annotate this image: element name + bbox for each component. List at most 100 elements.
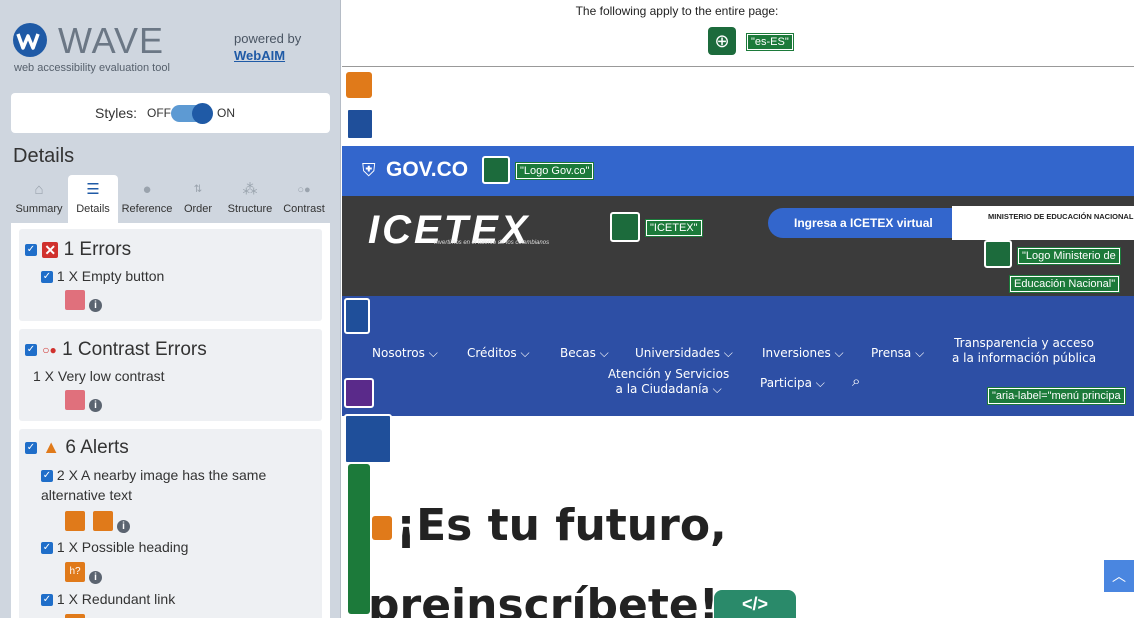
language-globe-icon[interactable]: ⊕ <box>708 27 736 55</box>
tab-label: Reference <box>121 203 173 215</box>
item-checkbox[interactable]: ✓ <box>41 271 53 284</box>
item-checkbox[interactable]: ✓ <box>41 594 53 607</box>
tab-structure[interactable]: ⁂ Structure <box>222 175 278 223</box>
gov-logo[interactable]: GOV.CO <box>386 158 468 182</box>
structure-icon: ⁂ <box>242 181 258 198</box>
scroll-to-top-button[interactable]: ︿ <box>1104 560 1134 592</box>
info-icon[interactable]: i <box>89 299 102 312</box>
icetex-label: "ICETEX" <box>645 219 703 237</box>
alerts-checkbox[interactable]: ✓ <box>25 441 37 454</box>
gov-logo-label: "Logo Gov.co" <box>514 162 595 180</box>
hero-subtitle: preinscríbete! <box>368 580 719 618</box>
tab-label: Contrast <box>283 203 325 215</box>
wave-alt-icon[interactable] <box>482 156 510 184</box>
wave-sidebar: WAVE web accessibility evaluation tool p… <box>0 0 341 618</box>
search-icon[interactable]: ⌕ <box>852 372 860 390</box>
nearby-image-icon[interactable] <box>93 511 113 531</box>
nav-transparencia-line1: Transparencia y acceso <box>954 336 1094 350</box>
contrast-item[interactable]: 1 X Very low contrast <box>33 368 165 384</box>
wave-header: WAVE web accessibility evaluation tool p… <box>0 0 341 80</box>
wave-alt-text-strip[interactable] <box>348 464 370 614</box>
low-contrast-icon[interactable] <box>65 390 85 410</box>
item-checkbox[interactable]: ✓ <box>41 542 53 555</box>
styles-toggle-box: Styles: OFF ON <box>11 93 330 133</box>
tab-summary[interactable]: ⌂ Summary <box>11 175 67 223</box>
wave-structure-icon[interactable] <box>344 414 392 464</box>
tab-label: Structure <box>227 203 273 215</box>
nav-nosotros[interactable]: Nosotros ⌵ <box>372 346 438 361</box>
evaluated-page: The following apply to the entire page: … <box>342 0 1134 618</box>
nav-atencion-line1: Atención y Servicios <box>608 367 730 381</box>
alert-item-heading: ✓ 1 X Possible heading <box>41 539 188 555</box>
info-icon[interactable]: i <box>117 520 130 533</box>
alert-item-same-alt: ✓ 2 X A nearby image has the same altern… <box>41 465 311 505</box>
nav-atencion-line2: a la Ciudadanía ⌵ <box>615 382 722 396</box>
details-heading: Details <box>13 145 75 167</box>
order-icon: ⇅ <box>193 184 203 195</box>
error-item: ✓ 1 X Empty button <box>41 268 164 284</box>
info-icon[interactable]: i <box>89 571 102 584</box>
alert-item-label[interactable]: 2 X A nearby image has the same alternat… <box>41 467 266 503</box>
gov-shield-icon: ⛨ <box>362 160 376 180</box>
info-icon: ● <box>142 181 152 198</box>
wave-alert-icon[interactable] <box>346 72 372 98</box>
info-icon[interactable]: i <box>89 399 102 412</box>
alert-icon: ▲ <box>42 437 61 458</box>
errors-title: 1 Errors <box>63 239 132 260</box>
tab-details[interactable]: ☰ Details <box>68 175 118 223</box>
tab-label: Details <box>76 203 110 215</box>
nav-creditos[interactable]: Créditos ⌵ <box>467 346 530 361</box>
nav-participa[interactable]: Participa ⌵ <box>760 376 825 391</box>
tab-reference[interactable]: ● Reference <box>118 175 176 223</box>
empty-button-icon[interactable] <box>65 290 85 310</box>
nearby-image-icon[interactable] <box>65 511 85 531</box>
redundant-link-icon[interactable] <box>65 614 85 618</box>
contrast-card: ✓ ○● 1 Contrast Errors 1 X Very low cont… <box>19 329 322 421</box>
details-panel: ✓ ✕ 1 Errors ✓ 1 X Empty button i ✓ ○● 1… <box>11 223 330 618</box>
alert-item-redundant: ✓ 1 X Redundant link <box>41 591 175 607</box>
contrast-heading: ✓ ○● 1 Contrast Errors <box>25 339 207 361</box>
item-checkbox[interactable]: ✓ <box>41 470 53 483</box>
nav-inversiones[interactable]: Inversiones ⌵ <box>762 346 844 361</box>
wave-list-icon[interactable] <box>344 298 370 334</box>
possible-heading-icon[interactable]: h? <box>65 562 85 582</box>
styles-toggle[interactable] <box>171 103 213 124</box>
tab-order[interactable]: ⇅ Order <box>177 175 219 223</box>
wave-brand: WAVE <box>58 20 165 61</box>
ministerio-label-2: Educación Nacional" <box>1008 275 1121 293</box>
nav-universidades[interactable]: Universidades ⌵ <box>635 346 733 361</box>
nav-transparencia[interactable]: Transparencia y acceso a la información … <box>952 336 1096 366</box>
ministerio-logo[interactable]: MINISTERIO DE EDUCACIÓN NACIONAL <box>952 206 1134 240</box>
alerts-title: 6 Alerts <box>65 437 129 458</box>
errors-checkbox[interactable]: ✓ <box>25 243 37 256</box>
nav-prensa[interactable]: Prensa ⌵ <box>871 346 924 361</box>
toggle-knob[interactable] <box>192 103 213 124</box>
styles-on-label: ON <box>217 106 235 120</box>
error-item-label[interactable]: 1 X Empty button <box>57 268 164 284</box>
tab-contrast[interactable]: ○● Contrast <box>279 175 329 223</box>
webaim-link[interactable]: WebAIM <box>234 48 285 63</box>
wave-subtitle: web accessibility evaluation tool <box>14 62 170 74</box>
aria-label-tag: "aria-label="menú principa <box>987 387 1126 405</box>
code-icon[interactable]: </> <box>714 590 796 618</box>
nav-transparencia-line2: a la información pública <box>952 351 1097 365</box>
alert-item-label[interactable]: 1 X Redundant link <box>57 591 175 607</box>
alerts-card: ✓ ▲ 6 Alerts ✓ 2 X A nearby image has th… <box>19 429 322 618</box>
divider <box>342 66 1134 67</box>
wave-logo-icon <box>13 23 47 57</box>
contrast-checkbox[interactable]: ✓ <box>25 343 37 356</box>
wave-aria-icon[interactable] <box>344 378 374 408</box>
lang-label: "es-ES" <box>746 33 794 51</box>
wave-alt-icon[interactable] <box>610 212 640 242</box>
wave-structure-icon[interactable] <box>346 108 374 140</box>
home-icon: ⌂ <box>34 181 44 198</box>
alert-item-label[interactable]: 1 X Possible heading <box>57 539 189 555</box>
hero-title: ¡Es tu futuro, <box>396 500 727 551</box>
wave-alt-icon[interactable] <box>984 240 1012 268</box>
error-icon: ✕ <box>42 241 59 258</box>
nav-becas[interactable]: Becas ⌵ <box>560 346 609 361</box>
wave-heading-alert-icon[interactable] <box>372 516 392 540</box>
icetex-tagline: Invertimos en el talento de los colombia… <box>434 240 550 246</box>
powered-by-text: powered by <box>234 31 302 46</box>
nav-atencion[interactable]: Atención y Servicios a la Ciudadanía ⌵ <box>608 367 729 397</box>
